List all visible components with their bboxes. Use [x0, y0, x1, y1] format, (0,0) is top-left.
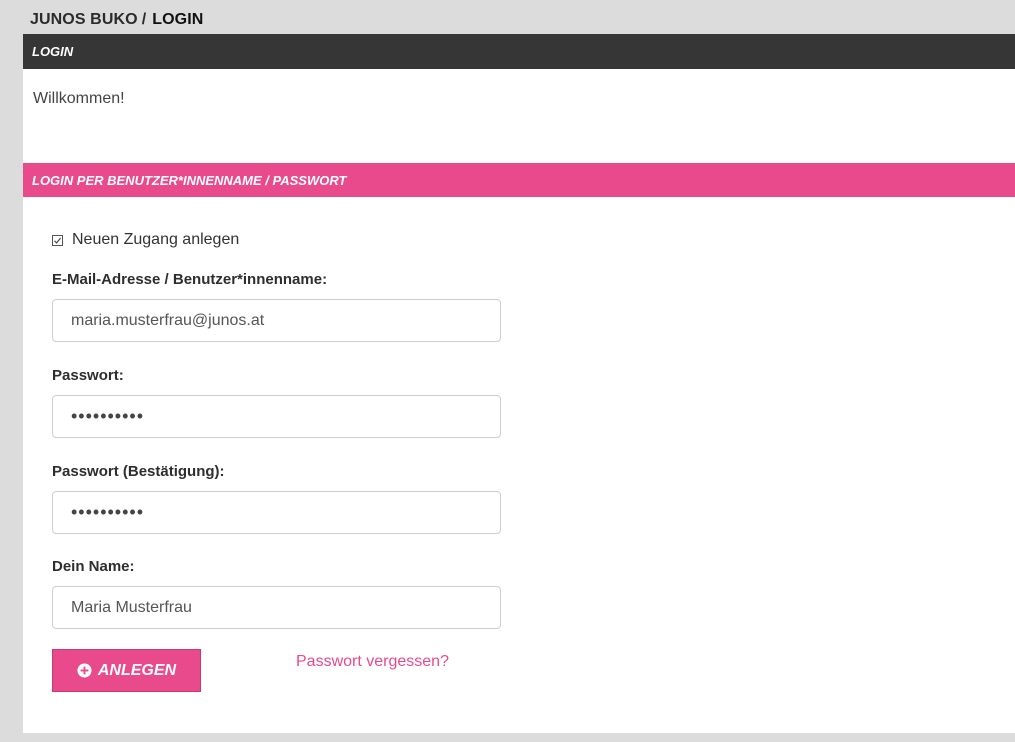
email-field[interactable] — [53, 300, 500, 341]
anlegen-button[interactable]: ANLEGEN — [52, 649, 201, 692]
password-label: Passwort: — [52, 367, 124, 384]
breadcrumb: JUNOS BUKO / LOGIN — [30, 11, 203, 29]
name-field[interactable] — [53, 587, 500, 628]
new-account-checkbox[interactable] — [52, 234, 63, 246]
name-label: Dein Name: — [52, 558, 135, 575]
checkmark-icon — [54, 237, 62, 244]
password-confirm-label: Passwort (Bestätigung): — [52, 463, 225, 480]
plus-circle-icon — [77, 663, 92, 678]
breadcrumb-separator: / — [141, 11, 147, 28]
name-field-box — [52, 586, 501, 629]
welcome-text: Willkommen! — [33, 90, 125, 107]
login-panel: LOGIN Willkommen! LOGIN PER BENUTZER*INN… — [23, 34, 1015, 733]
section-header: LOGIN PER BENUTZER*INNENNAME / PASSWORT — [23, 163, 1015, 197]
anlegen-button-label: ANLEGEN — [97, 661, 177, 679]
forgot-password-link[interactable]: Passwort vergessen? — [296, 653, 449, 671]
email-label: E-Mail-Adresse / Benutzer*innenname: — [52, 271, 328, 288]
login-header: LOGIN — [23, 34, 1015, 69]
new-account-row[interactable]: Neuen Zugang anlegen — [52, 231, 239, 249]
new-account-label: Neuen Zugang anlegen — [72, 231, 240, 248]
password-confirm-field-box — [52, 491, 501, 534]
password-confirm-field[interactable] — [53, 492, 500, 533]
email-field-box — [52, 299, 501, 342]
password-field[interactable] — [53, 396, 500, 437]
page-background: JUNOS BUKO / LOGIN LOGIN Willkommen! LOGIN… — [0, 0, 1015, 742]
password-field-box — [52, 395, 501, 438]
breadcrumb-current: LOGIN — [152, 11, 204, 28]
breadcrumb-parent[interactable]: JUNOS BUKO — [30, 11, 138, 28]
